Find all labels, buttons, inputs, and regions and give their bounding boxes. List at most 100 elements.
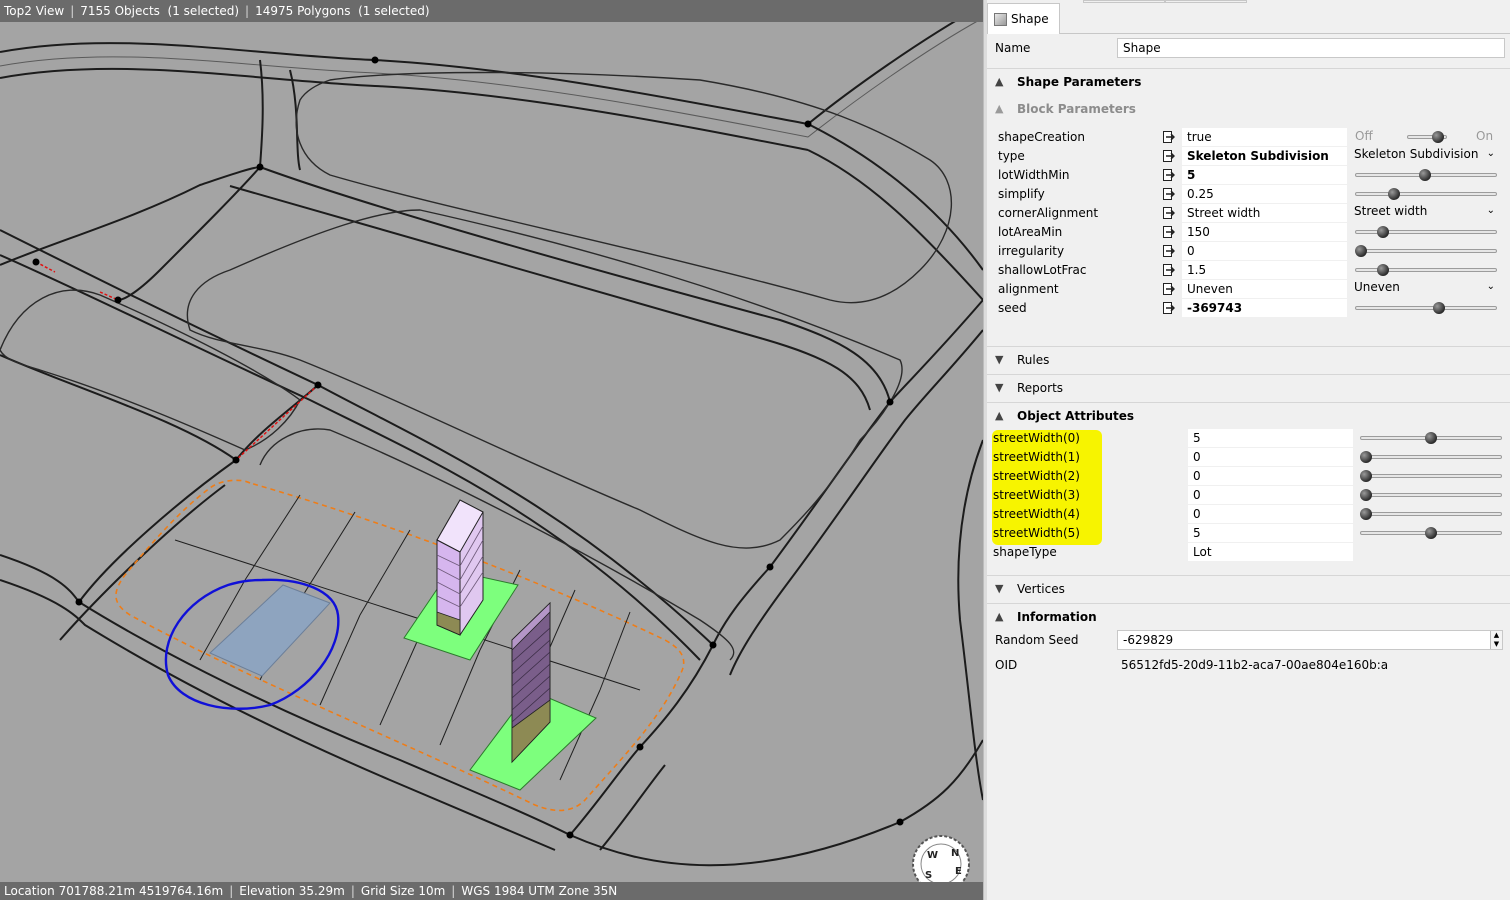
- attr-value[interactable]: 5: [1188, 429, 1353, 447]
- viewport-status-bar: Location 701788.21m 4519764.16m | Elevatio…: [0, 882, 983, 900]
- param-value-simplify[interactable]: 0.25: [1182, 185, 1347, 203]
- chevron-up-icon: ▲: [995, 409, 1004, 422]
- connect-attribute-icon[interactable]: [1163, 150, 1175, 162]
- attr-slider[interactable]: [1360, 524, 1502, 542]
- param-value-alignment[interactable]: Uneven: [1182, 280, 1347, 298]
- connect-attribute-icon[interactable]: [1163, 131, 1175, 143]
- toggle-off-label: Off: [1355, 129, 1373, 143]
- 3d-viewport[interactable]: N E S W Top2 View | 7155 Objects (1 select…: [0, 0, 983, 900]
- chevron-up-icon: ▲: [995, 102, 1004, 115]
- attr-slider[interactable]: [1360, 486, 1502, 504]
- section-block-parameters[interactable]: ▲ Block Parameters: [987, 96, 1510, 122]
- object-count: 7155 Objects (1 selected): [80, 4, 240, 18]
- view-name[interactable]: Top2 View: [4, 4, 64, 18]
- section-vertices-label: Vertices: [1017, 582, 1065, 596]
- attr-value[interactable]: 5: [1188, 524, 1353, 542]
- graph-nodes: [32, 56, 904, 839]
- slider-knob[interactable]: [1355, 245, 1367, 257]
- chevron-down-icon: ⌄: [1486, 205, 1495, 216]
- param-value-seed[interactable]: -369743: [1182, 299, 1347, 317]
- section-block-parameters-label: Block Parameters: [1017, 102, 1136, 116]
- slider-knob[interactable]: [1360, 489, 1372, 501]
- slider-knob[interactable]: [1377, 264, 1389, 276]
- slider-knob[interactable]: [1432, 131, 1444, 143]
- random-seed-row: Random Seed -629829 ▲ ▼: [987, 630, 1510, 650]
- chevron-down-icon: ⌄: [1486, 281, 1495, 292]
- compass-s: S: [925, 870, 932, 881]
- attr-row: streetWidth(2) 0: [987, 467, 1510, 486]
- section-information[interactable]: ▲ Information: [987, 603, 1510, 629]
- section-object-attributes[interactable]: ▲ Object Attributes: [987, 402, 1510, 428]
- connect-attribute-icon[interactable]: [1163, 188, 1175, 200]
- slider-knob[interactable]: [1433, 302, 1445, 314]
- connect-attribute-icon[interactable]: [1163, 207, 1175, 219]
- param-value-type[interactable]: Skeleton Subdivision: [1182, 147, 1347, 165]
- param-value-lotAreaMin[interactable]: 150: [1182, 223, 1347, 241]
- connect-attribute-icon[interactable]: [1163, 245, 1175, 257]
- param-slider[interactable]: [1355, 166, 1497, 184]
- compass-n: N: [951, 848, 959, 859]
- selected-lot[interactable]: [209, 584, 331, 677]
- connect-attribute-icon[interactable]: [1163, 302, 1175, 314]
- param-dropdown[interactable]: Skeleton Subdivision ⌄: [1352, 145, 1499, 163]
- section-reports[interactable]: ▼ Reports: [987, 374, 1510, 400]
- param-value-cornerAlignment[interactable]: Street width: [1182, 204, 1347, 222]
- param-slider[interactable]: [1355, 223, 1497, 241]
- section-shape-parameters[interactable]: ▲ Shape Parameters: [987, 68, 1510, 94]
- tab-shape-label: Shape: [1011, 12, 1049, 26]
- slider-knob[interactable]: [1388, 188, 1400, 200]
- attr-value[interactable]: 0: [1188, 448, 1353, 466]
- tab-3[interactable]: [1165, 0, 1247, 3]
- attr-value[interactable]: 0: [1188, 486, 1353, 504]
- attr-value[interactable]: Lot: [1188, 543, 1353, 561]
- slider-knob[interactable]: [1425, 432, 1437, 444]
- random-seed-input[interactable]: -629829 ▲ ▼: [1117, 630, 1503, 650]
- slider-knob[interactable]: [1425, 527, 1437, 539]
- inspector-panel: Shape Name Shape ▲ Shape Parameters ▲ Bl…: [987, 0, 1510, 900]
- param-row-type: type Skeleton Subdivision Skeleton Subdivi…: [987, 147, 1510, 166]
- connect-attribute-icon[interactable]: [1163, 264, 1175, 276]
- name-row: Name Shape: [987, 38, 1510, 58]
- connect-attribute-icon[interactable]: [1163, 283, 1175, 295]
- param-slider[interactable]: [1355, 299, 1497, 317]
- tab-shape[interactable]: Shape: [987, 3, 1060, 34]
- param-label: seed: [998, 301, 1027, 315]
- slider-knob[interactable]: [1377, 226, 1389, 238]
- slider-knob[interactable]: [1360, 470, 1372, 482]
- param-dropdown[interactable]: Street width ⌄: [1352, 202, 1499, 220]
- param-value-lotWidthMin[interactable]: 5: [1182, 166, 1347, 184]
- attr-value[interactable]: 0: [1188, 467, 1353, 485]
- section-rules[interactable]: ▼ Rules: [987, 346, 1510, 372]
- attr-slider[interactable]: [1360, 429, 1502, 447]
- slider-knob[interactable]: [1419, 169, 1431, 181]
- attr-value[interactable]: 0: [1188, 505, 1353, 523]
- attr-slider[interactable]: [1360, 467, 1502, 485]
- spinner-icon[interactable]: ▲ ▼: [1490, 631, 1502, 649]
- param-value-shapeCreation[interactable]: true: [1182, 128, 1347, 146]
- param-slider[interactable]: [1355, 261, 1497, 279]
- attr-slider[interactable]: [1360, 505, 1502, 523]
- param-value-shallowLotFrac[interactable]: 1.5: [1182, 261, 1347, 279]
- param-dropdown[interactable]: Uneven ⌄: [1352, 278, 1499, 296]
- dropdown-value: Uneven: [1354, 280, 1400, 294]
- attr-slider[interactable]: [1360, 448, 1502, 466]
- attr-label: streetWidth(2): [993, 469, 1080, 483]
- tab-2[interactable]: [1083, 0, 1165, 3]
- attr-label: streetWidth(5): [993, 526, 1080, 540]
- oid-value: 56512fd5-20d9-11b2-aca7-00ae804e160b:a: [1121, 658, 1389, 672]
- status-grid-size: Grid Size 10m: [360, 884, 446, 898]
- param-slider[interactable]: [1355, 242, 1497, 260]
- connect-attribute-icon[interactable]: [1163, 169, 1175, 181]
- section-vertices[interactable]: ▼ Vertices: [987, 575, 1510, 601]
- param-row-seed: seed -369743: [987, 299, 1510, 318]
- slider-knob[interactable]: [1360, 451, 1372, 463]
- param-row-lotAreaMin: lotAreaMin 150: [987, 223, 1510, 242]
- scene-canvas[interactable]: [0, 0, 983, 900]
- shape-icon: [994, 12, 1007, 26]
- param-slider[interactable]: [1355, 185, 1497, 203]
- name-input[interactable]: Shape: [1117, 38, 1505, 58]
- slider-knob[interactable]: [1360, 508, 1372, 520]
- param-value-irregularity[interactable]: 0: [1182, 242, 1347, 260]
- toggle-switch[interactable]: [1407, 128, 1447, 146]
- connect-attribute-icon[interactable]: [1163, 226, 1175, 238]
